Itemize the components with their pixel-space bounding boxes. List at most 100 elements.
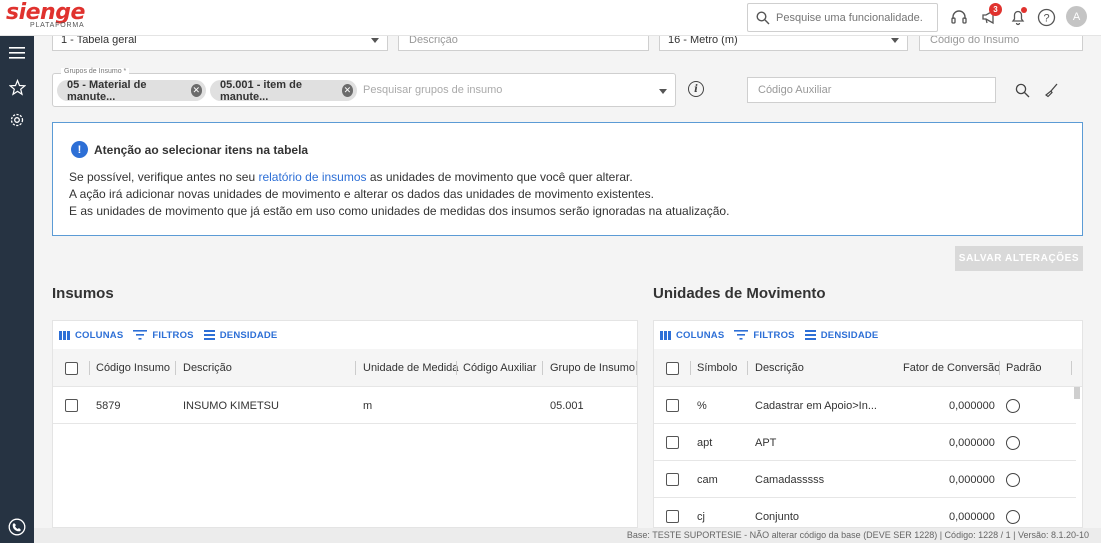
col-unidade-medida[interactable]: Unidade de Medida [363, 349, 458, 387]
group-chip[interactable]: 05 - Material de manute... ✕ [57, 78, 206, 103]
col-codigo-insumo[interactable]: Código Insumo [96, 349, 170, 387]
logo-subtitle: PLATAFORMA [30, 22, 85, 29]
help-icon[interactable]: ? [1035, 6, 1057, 28]
codigo-auxiliar-input[interactable]: Código Auxiliar [747, 77, 996, 103]
row-checkbox[interactable] [65, 399, 78, 412]
row-checkbox[interactable] [666, 436, 679, 449]
select-all-checkbox[interactable] [65, 361, 78, 375]
codigo-auxiliar-placeholder: Código Auxiliar [758, 84, 832, 96]
col-fator-conversao[interactable]: Fator de Conversão [903, 349, 1000, 387]
col-descricao[interactable]: Descrição [183, 349, 232, 387]
alert-line-1: Se possível, verifique antes no seu rela… [69, 170, 633, 184]
density-label: DENSIDADE [820, 329, 879, 341]
density-button[interactable]: DENSIDADE [804, 329, 879, 341]
table-row[interactable]: apt APT 0,000000 [654, 424, 1076, 461]
star-icon[interactable] [8, 78, 26, 96]
unidades-header-row: Símbolo Descrição Fator de Conversão Pad… [654, 349, 1082, 387]
cell-fator: 0,000000 [949, 436, 995, 449]
search-input[interactable] [776, 11, 926, 24]
density-label: DENSIDADE [219, 329, 278, 341]
cell-simbolo: cam [697, 473, 718, 486]
filters-label: FILTROS [753, 329, 795, 341]
select-all-checkbox[interactable] [666, 361, 679, 375]
row-checkbox[interactable] [666, 473, 679, 486]
chip-label: 05 - Material de manute... [67, 78, 147, 103]
alert-line-2: A ação irá adicionar novas unidades de m… [69, 187, 655, 201]
table-row[interactable]: cj Conjunto 0,000000 [654, 498, 1076, 527]
left-nav-rail [0, 36, 34, 543]
row-checkbox[interactable] [666, 510, 679, 523]
padrao-radio[interactable] [1006, 398, 1020, 413]
alert-text: Se possível, verifique antes no seu [69, 170, 259, 184]
alert-text: as unidades de movimento que você quer a… [366, 170, 633, 184]
columns-label: COLUNAS [676, 329, 725, 341]
col-descricao[interactable]: Descrição [755, 349, 804, 387]
density-icon [203, 330, 215, 340]
top-header: sienge PLATAFORMA 3 ? A [0, 0, 1101, 36]
table-row[interactable]: cam Camadasssss 0,000000 [654, 461, 1076, 498]
close-icon[interactable]: ✕ [190, 84, 202, 97]
save-changes-button[interactable]: SALVAR ALTERAÇÕES [955, 246, 1083, 271]
cell-fator: 0,000000 [949, 473, 995, 486]
row-checkbox[interactable] [666, 399, 679, 412]
columns-label: COLUNAS [75, 329, 124, 341]
padrao-radio[interactable] [1006, 509, 1020, 524]
padrao-radio[interactable] [1006, 472, 1020, 487]
insumos-title: Insumos [52, 285, 114, 302]
cell-descricao: Conjunto [755, 510, 800, 523]
menu-icon[interactable] [8, 44, 26, 62]
alert-line-3: E as unidades de movimento que já estão … [69, 204, 730, 218]
columns-button[interactable]: COLUNAS [660, 330, 724, 341]
phone-support-icon[interactable] [8, 518, 26, 536]
cell-simbolo: cj [697, 510, 705, 523]
status-bar: Base: TESTE SUPORTESIE - NÃO alterar cód… [34, 528, 1101, 543]
filters-button[interactable]: FILTROS [734, 329, 795, 341]
col-codigo-auxiliar[interactable]: Código Auxiliar [463, 349, 536, 387]
col-grupo-insumo[interactable]: Grupo de Insumo [550, 349, 635, 387]
filter-icon [133, 330, 148, 340]
padrao-radio[interactable] [1006, 435, 1020, 450]
insumos-header-row: Código Insumo Descrição Unidade de Medid… [53, 349, 637, 387]
search-icon[interactable] [1012, 80, 1032, 100]
cell-descricao: Cadastrar em Apoio>In... [755, 399, 877, 412]
density-button[interactable]: DENSIDADE [203, 329, 278, 341]
table-row[interactable]: % Cadastrar em Apoio>In... 0,000000 [654, 387, 1076, 424]
cell-grupo: 05.001 [550, 399, 584, 412]
clear-broom-icon[interactable] [1041, 80, 1061, 100]
col-simbolo[interactable]: Símbolo [697, 349, 737, 387]
grupos-insumo-field[interactable]: Grupos de Insumo * 05 - Material de manu… [52, 68, 676, 107]
sienge-logo[interactable]: sienge PLATAFORMA [6, 1, 85, 30]
chip-label: 05.001 - item de manute... [220, 78, 302, 103]
cell-fator: 0,000000 [949, 399, 995, 412]
unidades-title: Unidades de Movimento [653, 285, 826, 302]
columns-icon [660, 330, 671, 340]
alert-exclamation-icon: ! [71, 141, 88, 158]
density-icon [804, 330, 816, 340]
headset-icon[interactable] [948, 6, 970, 28]
col-padrao[interactable]: Padrão [1006, 349, 1041, 387]
table-row[interactable]: 5879 INSUMO KIMETSU m 05.001 [53, 387, 637, 424]
cell-unidade: m [363, 399, 373, 412]
unidades-grid: COLUNAS FILTROS DENSIDADE Símbolo Descri… [653, 320, 1083, 528]
user-avatar[interactable]: A [1066, 6, 1087, 27]
insumos-grid: COLUNAS FILTROS DENSIDADE Código Insumo … [52, 320, 638, 528]
chevron-down-icon[interactable] [659, 89, 667, 94]
megaphone-icon[interactable]: 3 [978, 3, 1002, 28]
columns-button[interactable]: COLUNAS [59, 330, 123, 341]
chevron-down-icon [891, 38, 899, 43]
cell-simbolo: apt [697, 436, 713, 449]
group-chip[interactable]: 05.001 - item de manute... ✕ [210, 78, 357, 103]
bell-icon[interactable] [1007, 6, 1029, 28]
relatorio-insumos-link[interactable]: relatório de insumos [258, 170, 366, 184]
settings-gear-icon[interactable] [8, 111, 26, 129]
functionality-search[interactable] [747, 3, 938, 32]
info-icon[interactable]: i [688, 81, 704, 97]
cell-simbolo: % [697, 399, 707, 412]
notification-count-badge: 3 [989, 3, 1002, 16]
filters-button[interactable]: FILTROS [133, 330, 194, 341]
chevron-down-icon [371, 38, 379, 43]
bell-alert-dot [1021, 7, 1027, 13]
grupos-search-placeholder[interactable]: Pesquisar grupos de insumo [363, 84, 502, 96]
cell-descricao: APT [755, 436, 777, 449]
close-icon[interactable]: ✕ [341, 84, 353, 97]
